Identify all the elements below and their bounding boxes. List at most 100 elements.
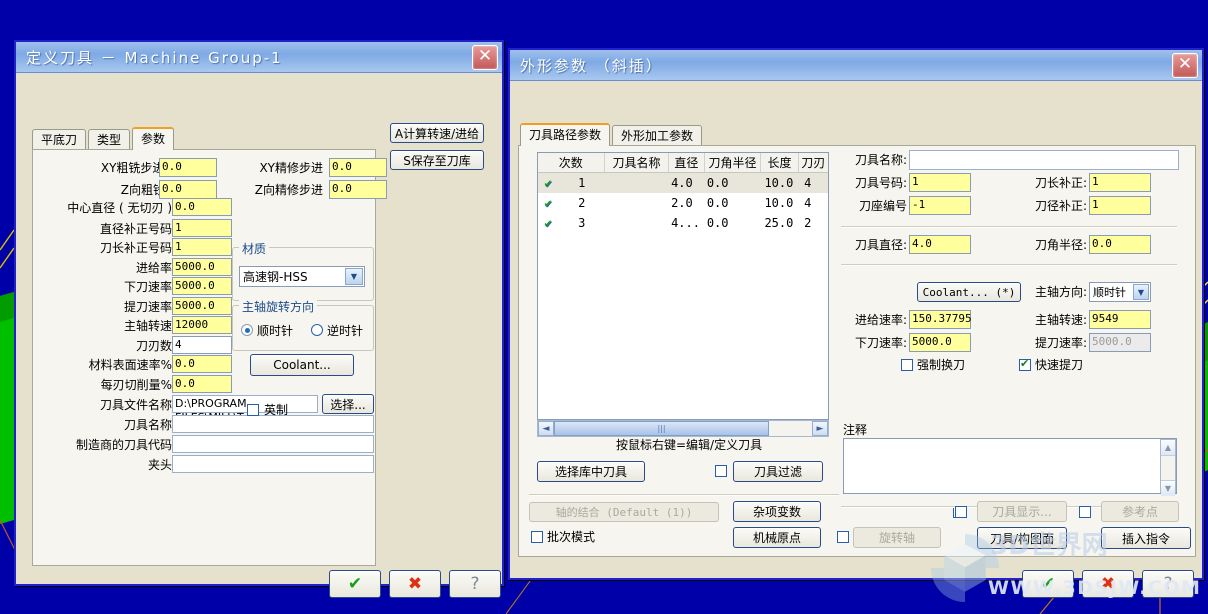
holder-number-field[interactable]: -1 <box>909 196 971 215</box>
xy-finish-step-field[interactable]: 0.0 <box>329 158 387 177</box>
coolant-button[interactable]: Coolant... (*) <box>917 282 1021 302</box>
row-check-icon[interactable]: ✔ <box>538 176 558 190</box>
corner-radius-field[interactable]: 0.0 <box>1089 235 1151 254</box>
reference-point-button: 参考点 <box>1101 501 1179 522</box>
tab-contour-parameters[interactable]: 外形加工参数 <box>612 125 703 146</box>
tab-type[interactable]: 类型 <box>88 129 131 150</box>
spindle-speed-label: 主轴转速 <box>123 319 172 333</box>
xy-rough-step-field[interactable]: 0.0 <box>159 158 217 177</box>
close-icon[interactable]: ✕ <box>472 45 498 70</box>
tab-flat-endmill[interactable]: 平底刀 <box>32 129 87 150</box>
scroll-down-icon[interactable]: ▼ <box>1161 480 1175 496</box>
spindle-speed-field[interactable]: 9549 <box>1089 310 1151 329</box>
cancel-button[interactable]: ✖ <box>1082 570 1134 598</box>
save-to-library-button[interactable]: S保存至刀库 <box>390 150 484 170</box>
cancel-button[interactable]: ✖ <box>389 570 441 598</box>
tool-number-field[interactable]: 1 <box>909 173 971 192</box>
tool-name-label: 刀具名称 <box>123 418 172 432</box>
coolant-button[interactable]: Coolant... <box>250 354 354 376</box>
scroll-right-icon[interactable]: ► <box>812 421 828 436</box>
feed-rate-field[interactable]: 5000.0 <box>172 258 232 276</box>
imperial-label: 英制 <box>264 403 289 417</box>
browse-button[interactable]: 选择... <box>322 394 374 414</box>
z-rough-step-field[interactable]: 0.0 <box>159 180 217 199</box>
tool-name-field[interactable] <box>172 415 374 433</box>
manufacturer-code-field[interactable] <box>172 435 374 453</box>
table-row[interactable]: ✔ 3 4... 0.0 25.0 2 <box>538 213 828 233</box>
reference-point-checkbox[interactable] <box>1079 506 1091 518</box>
help-button[interactable]: ? <box>449 570 501 598</box>
close-icon[interactable]: ✕ <box>1172 53 1198 78</box>
tool-file-name-field[interactable]: D:\PROGRAM FILES\MILL\T <box>172 395 318 424</box>
col-tool-name[interactable]: 刀具名称 <box>605 153 670 172</box>
rotary-axis-checkbox-2[interactable] <box>837 531 849 543</box>
material-select[interactable]: 高速钢-HSS ▼ <box>239 266 365 287</box>
batch-mode-checkbox[interactable] <box>531 531 543 543</box>
col-flutes[interactable]: 刀刃 <box>799 153 828 172</box>
flute-count-field[interactable]: 4 <box>172 336 232 354</box>
comment-textarea[interactable] <box>843 438 1177 494</box>
calc-speed-feed-button[interactable]: A计算转速/进给 <box>390 123 484 143</box>
insert-command-button[interactable]: 插入指令 <box>1101 527 1191 549</box>
tool-display-checkbox[interactable] <box>955 506 967 518</box>
ok-button[interactable]: ✔ <box>1022 570 1074 598</box>
radio-clockwise[interactable] <box>241 324 253 336</box>
surface-speed-field[interactable]: 0.0 <box>172 355 232 373</box>
tool-filter-checkbox[interactable] <box>715 465 727 477</box>
row-check-icon[interactable]: ✔ <box>538 196 558 210</box>
col-length[interactable]: 长度 <box>761 153 799 172</box>
retract-rate-field[interactable]: 5000.0 <box>172 297 232 315</box>
xy-finish-step-label: XY精修步进 <box>259 161 323 175</box>
tool-list-hscrollbar[interactable]: ◄ ||| ► <box>537 420 829 437</box>
ok-button[interactable]: ✔ <box>329 570 381 598</box>
row-flutes: 4 <box>804 196 812 210</box>
plunge-rate-field[interactable]: 5000.0 <box>172 277 232 295</box>
chevron-down-icon[interactable]: ▼ <box>1133 284 1149 300</box>
row-check-icon[interactable]: ✔ <box>538 216 558 230</box>
tool-plane-button[interactable]: 刀具/构图面 <box>977 527 1067 549</box>
imperial-checkbox[interactable] <box>247 404 259 416</box>
corner-radius-label: 刀角半径: <box>1034 238 1087 252</box>
tool-name-field[interactable] <box>909 150 1179 170</box>
spindle-speed-field[interactable]: 12000 <box>172 316 232 334</box>
length-offset-field[interactable]: 1 <box>1089 173 1151 192</box>
row-flutes: 2 <box>804 216 812 230</box>
radio-counterclockwise[interactable] <box>311 324 323 336</box>
scroll-up-icon[interactable]: ▲ <box>1161 440 1175 456</box>
comment-vscrollbar[interactable]: ▲ ▼ <box>1160 439 1176 496</box>
table-row[interactable]: ✔ 1 4.0 0.0 10.0 4 <box>538 173 828 193</box>
col-corner-radius[interactable]: 刀角半径 <box>705 153 762 172</box>
help-button[interactable]: ? <box>1142 570 1194 598</box>
radio-clockwise-label: 顺时针 <box>257 324 294 338</box>
tool-dia-field[interactable]: 4.0 <box>909 235 971 254</box>
scroll-left-icon[interactable]: ◄ <box>538 421 554 436</box>
tool-filter-button[interactable]: 刀具过滤 <box>733 461 823 482</box>
row-length: 10.0 <box>764 196 794 210</box>
col-index[interactable]: 次数 <box>538 153 605 172</box>
tool-list[interactable]: 次数 刀具名称 直径 刀角半径 长度 刀刃 ✔ 1 4.0 0.0 10.0 4 <box>537 152 829 420</box>
hscroll-thumb[interactable]: ||| <box>554 421 769 436</box>
force-tool-change-checkbox[interactable] <box>901 359 913 371</box>
dia-offset-label: 刀径补正: <box>1034 199 1087 213</box>
dia-offset-field[interactable]: 1 <box>1089 196 1151 215</box>
machine-origin-button[interactable]: 机械原点 <box>733 527 821 548</box>
chevron-down-icon[interactable]: ▼ <box>345 268 363 285</box>
holder-field[interactable] <box>172 455 374 473</box>
center-dia-field[interactable]: 0.0 <box>172 198 232 216</box>
feed-rate-field[interactable]: 150.37795 <box>909 310 972 329</box>
tab-parameters[interactable]: 参数 <box>132 127 175 150</box>
dia-offset-num-field[interactable]: 1 <box>172 219 232 237</box>
tab-toolpath-parameters[interactable]: 刀具路径参数 <box>520 123 611 146</box>
rapid-retract-checkbox[interactable] <box>1019 357 1031 371</box>
col-diameter[interactable]: 直径 <box>669 153 705 172</box>
row-index: 3 <box>578 216 586 230</box>
row-corner-radius: 0.0 <box>706 216 729 230</box>
select-from-library-button[interactable]: 选择库中刀具 <box>537 461 645 482</box>
len-offset-num-field[interactable]: 1 <box>172 238 232 256</box>
spindle-direction-select[interactable]: 顺时针 ▼ <box>1089 282 1151 302</box>
misc-values-button[interactable]: 杂项变数 <box>733 501 821 522</box>
table-row[interactable]: ✔ 2 2.0 0.0 10.0 4 <box>538 193 828 213</box>
plunge-rate-field[interactable]: 5000.0 <box>909 333 971 352</box>
chip-load-field[interactable]: 0.0 <box>172 375 232 393</box>
z-finish-step-field[interactable]: 0.0 <box>329 180 387 199</box>
